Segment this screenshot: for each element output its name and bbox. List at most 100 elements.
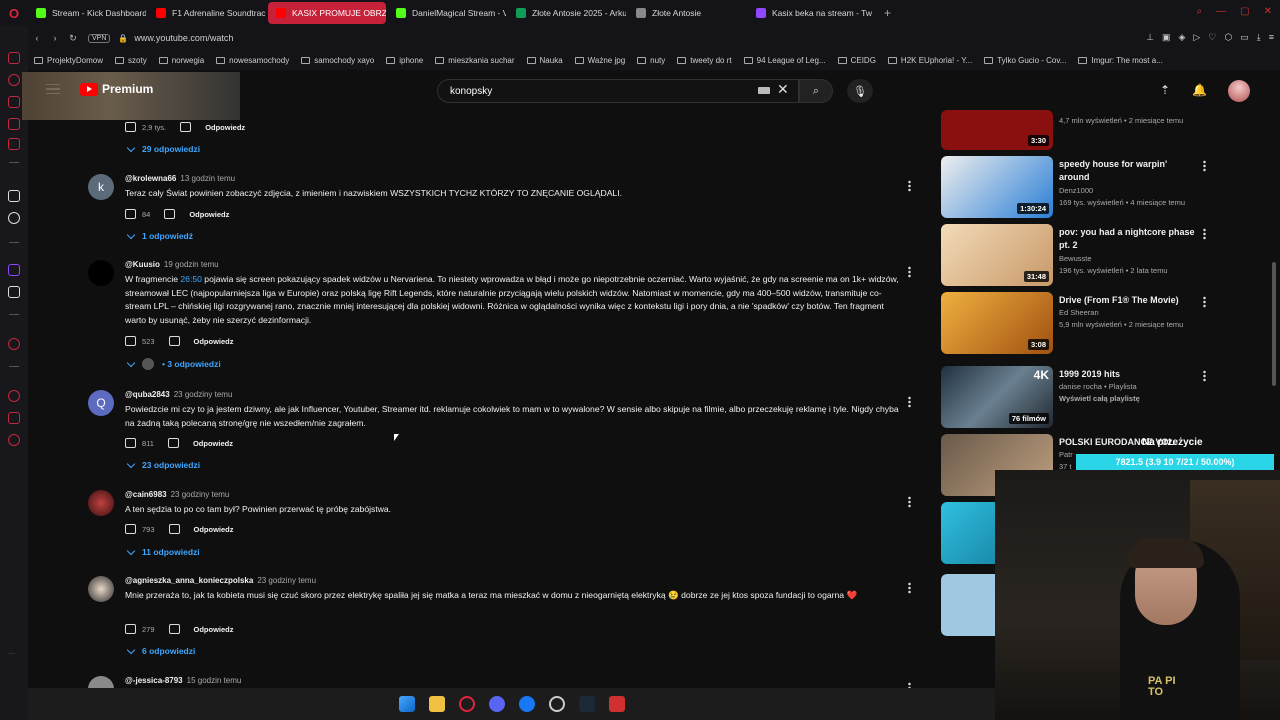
sidebar-twitch-icon[interactable] <box>8 264 20 276</box>
comment-author[interactable]: @Kuusio 19 godzin temu <box>125 260 219 269</box>
author-handle[interactable]: @agnieszka_anna_konieczpolska <box>125 576 253 585</box>
bookmark-item[interactable]: nowesamochody <box>210 56 295 65</box>
sidebar-home-icon[interactable] <box>8 52 20 64</box>
pin-icon[interactable]: ⊥ <box>1146 32 1154 43</box>
video-channel[interactable]: Ed Sheeran <box>1059 308 1099 317</box>
sidebar-mail-icon[interactable] <box>8 138 20 150</box>
sidebar-ai-icon[interactable] <box>8 190 20 202</box>
browser-tab[interactable]: Kasix beka na stream - Tw <box>748 2 878 24</box>
avatar[interactable]: k <box>88 174 114 200</box>
like-icon[interactable] <box>125 624 136 634</box>
sidebar-wallet-icon[interactable] <box>8 118 20 130</box>
back-icon[interactable]: ‹ <box>28 33 46 43</box>
notifications-icon[interactable]: 🔔 <box>1192 83 1207 97</box>
comment-time[interactable]: 23 godziny temu <box>257 576 316 585</box>
author-handle[interactable]: @Kuusio <box>125 260 160 269</box>
video-menu-icon[interactable] <box>1203 228 1206 240</box>
bookmark-item[interactable]: Tylko Gucio - Cov... <box>978 56 1072 65</box>
video-title[interactable]: Drive (From F1® The Movie) <box>1059 294 1199 307</box>
video-thumbnail[interactable]: 3:08 <box>941 292 1053 354</box>
comment-author[interactable]: @cain6983 23 godziny temu <box>125 490 229 499</box>
bookmark-item[interactable]: CEIDG <box>832 56 882 65</box>
timestamp-link[interactable]: 26:50 <box>180 274 202 284</box>
bookmark-item[interactable]: ProjektyDomow <box>28 56 109 65</box>
video-thumbnail[interactable]: 4K 76 filmów <box>941 366 1053 428</box>
comment-time[interactable]: 23 godziny temu <box>174 390 233 399</box>
search-tabs-icon[interactable]: ⌕ <box>1197 6 1203 17</box>
comment-menu-icon[interactable] <box>908 496 911 508</box>
heart-icon[interactable]: ♡ <box>1208 32 1216 43</box>
extensions-icon[interactable]: ⬡ <box>1224 32 1232 43</box>
reply-button[interactable]: Odpowiedz <box>189 210 229 219</box>
messenger-icon[interactable] <box>518 696 535 712</box>
like-icon[interactable] <box>125 524 136 534</box>
comment-menu-icon[interactable] <box>908 180 911 192</box>
keyboard-icon[interactable] <box>758 87 770 94</box>
avatar[interactable] <box>88 576 114 602</box>
sidebar-scrollbar[interactable] <box>1272 262 1276 386</box>
comment-menu-icon[interactable] <box>908 266 911 278</box>
author-handle[interactable]: @cain6983 <box>125 490 167 499</box>
bookmark-item[interactable]: 94 League of Leg... <box>738 56 832 65</box>
url-field[interactable]: www.youtube.com/watch <box>134 33 233 43</box>
sidebar-more-icon[interactable]: ⋯ <box>8 650 20 662</box>
replies-toggle[interactable]: 6 odpowiedzi <box>126 645 195 656</box>
dislike-icon[interactable] <box>168 624 180 634</box>
dislike-icon[interactable] <box>164 209 176 219</box>
sidebar-x-icon[interactable] <box>8 286 20 298</box>
view-playlist-link[interactable]: Wyświetl całą playlistę <box>1059 394 1140 403</box>
clear-search-icon[interactable]: ✕ <box>777 81 789 98</box>
upload-icon[interactable]: ⇡ <box>1160 83 1170 97</box>
sidebar-chatgpt-icon[interactable] <box>8 212 20 224</box>
browser-tab[interactable]: F1 Adrenaline Soundtrack <box>148 2 266 24</box>
like-icon[interactable] <box>125 336 136 346</box>
replies-toggle[interactable]: 29 odpowiedzi <box>126 143 200 154</box>
wallet-icon[interactable]: ▭ <box>1240 32 1249 43</box>
replies-toggle[interactable]: 1 odpowiedź <box>126 230 193 241</box>
search-button[interactable]: ⌕ <box>799 79 833 103</box>
replies-toggle[interactable]: 23 odpowiedzi <box>126 459 200 470</box>
youtube-logo[interactable]: Premium <box>80 82 153 96</box>
sidebar-pinboard-icon[interactable] <box>8 412 20 424</box>
riot-icon[interactable] <box>608 696 625 712</box>
bookmark-item[interactable]: szoty <box>109 56 153 65</box>
browser-tab[interactable]: Złote Antosie 2025 - Arku <box>508 2 626 24</box>
file-explorer-icon[interactable] <box>428 696 445 712</box>
video-channel[interactable]: Bewusste <box>1059 254 1092 263</box>
comment-author[interactable]: @agnieszka_anna_konieczpolska 23 godziny … <box>125 576 316 585</box>
author-handle[interactable]: @krolewna66 <box>125 174 176 183</box>
video-menu-icon[interactable] <box>1203 296 1206 308</box>
sidebar-aria-icon[interactable] <box>8 74 20 86</box>
bookmark-item[interactable]: norwegia <box>153 56 210 65</box>
bookmark-item[interactable]: Imgur: The most a... <box>1072 56 1168 65</box>
avatar[interactable] <box>88 490 114 516</box>
close-window-icon[interactable]: ✕ <box>1264 6 1272 17</box>
voice-search-icon[interactable]: 🎙 <box>847 79 873 103</box>
like-icon[interactable] <box>125 209 136 219</box>
snapshot-icon[interactable]: ▣ <box>1162 32 1171 43</box>
bookmark-item[interactable]: samochody xayo <box>295 56 380 65</box>
comment-time[interactable]: 23 godziny temu <box>171 490 230 499</box>
video-channel[interactable]: danise rocha • Playlista <box>1059 382 1137 391</box>
video-channel[interactable]: Denz1000 <box>1059 186 1093 195</box>
menu-icon[interactable]: ≡ <box>1269 32 1274 43</box>
download-icon[interactable]: ⤓ <box>1257 32 1261 43</box>
bookmark-item[interactable]: Ważne jpg <box>569 56 632 65</box>
like-icon[interactable] <box>125 438 136 448</box>
replies-toggle[interactable]: 11 odpowiedzi <box>126 546 200 557</box>
author-handle[interactable]: @-jessica-8793 <box>125 676 183 685</box>
steam-icon[interactable] <box>578 696 595 712</box>
reply-button[interactable]: Odpowiedz <box>194 337 234 346</box>
sidebar-history-icon[interactable] <box>8 338 20 350</box>
browser-tab[interactable]: KASIX PROMUJE OBRZY <box>268 2 386 24</box>
sidebar-clock-icon[interactable] <box>8 390 20 402</box>
video-channel[interactable]: Patr <box>1059 450 1073 459</box>
dislike-icon[interactable] <box>180 122 192 132</box>
video-thumbnail[interactable]: 1:30:24 <box>941 156 1053 218</box>
discord-icon[interactable] <box>488 696 505 712</box>
dislike-icon[interactable] <box>168 336 180 346</box>
video-menu-icon[interactable] <box>1203 160 1206 172</box>
reply-button[interactable]: Odpowiedz <box>194 525 234 534</box>
bookmark-item[interactable]: iphone <box>380 56 429 65</box>
search-input[interactable]: konopsky <box>437 79 799 103</box>
